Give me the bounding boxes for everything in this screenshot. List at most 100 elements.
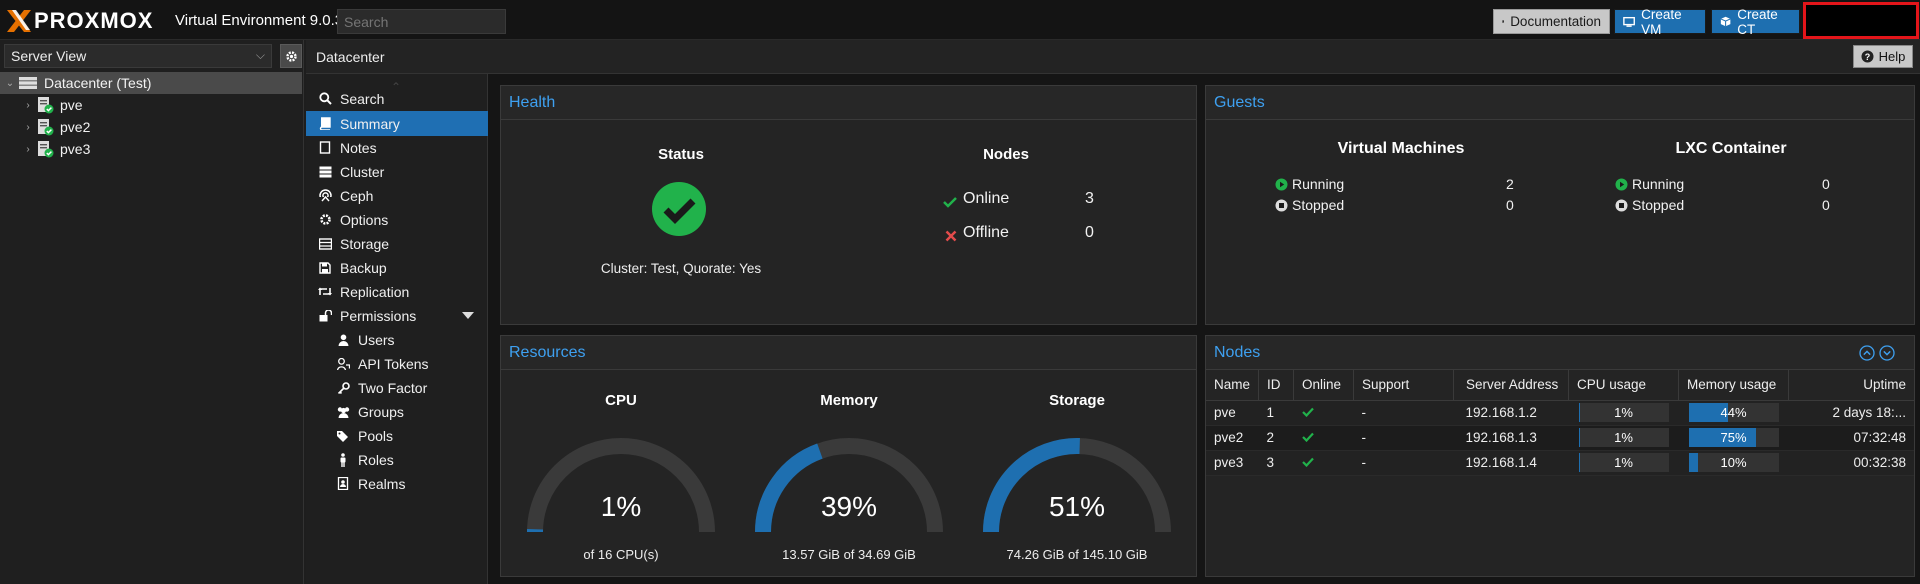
cell-name: pve <box>1206 400 1259 426</box>
col-header-server-address[interactable]: Server Address <box>1453 370 1570 401</box>
expand-icon[interactable]: › <box>22 144 34 155</box>
memory-sub: 13.57 GiB of 34.69 GiB <box>782 547 916 562</box>
vm-running-count: 2 <box>1506 176 1514 192</box>
lxc-running-count: 0 <box>1822 176 1830 192</box>
nav-item-label: Storage <box>340 235 390 252</box>
expand-icon[interactable]: › <box>22 100 34 111</box>
nav-item-replication[interactable]: Replication <box>306 279 488 304</box>
storage-icon <box>318 237 332 250</box>
nav-item-users[interactable]: Users <box>306 327 488 352</box>
tree-item-pve2[interactable]: › pve2 <box>0 116 304 138</box>
check-icon <box>1301 457 1314 468</box>
nav-item-ceph[interactable]: Ceph <box>306 183 488 208</box>
col-header-support[interactable]: Support <box>1353 370 1455 401</box>
nav-item-cluster[interactable]: Cluster <box>306 159 488 184</box>
nav-item-label: Notes <box>340 139 377 156</box>
tree-item-pve3[interactable]: › pve3 <box>0 138 304 160</box>
create-ct-button[interactable]: Create CT <box>1711 7 1800 37</box>
cluster-status-text: Cluster: Test, Quorate: Yes <box>600 261 762 276</box>
logo-text: PROXMOX <box>34 8 154 33</box>
nav-item-summary[interactable]: Summary <box>306 111 488 136</box>
server-view-select[interactable]: Server View ⌵ <box>4 44 272 68</box>
nav-item-notes[interactable]: Notes <box>306 135 488 160</box>
check-icon <box>1301 407 1314 418</box>
offline-label: Offline <box>963 224 1009 241</box>
health-title: Health <box>501 86 1196 120</box>
expand-down-icon[interactable] <box>1879 345 1895 361</box>
notes-icon <box>319 141 331 154</box>
search-icon <box>318 92 332 105</box>
cell-id: 1 <box>1258 400 1294 426</box>
col-header-id[interactable]: ID <box>1258 370 1295 401</box>
nav-item-label: Options <box>340 211 389 228</box>
proxmox-logo[interactable]: PROXMOX <box>6 8 154 33</box>
cpu-usage-bar: 1% <box>1578 428 1669 447</box>
nav-item-groups[interactable]: Groups <box>306 399 488 424</box>
create-vm-button[interactable]: Create VM <box>1614 7 1706 37</box>
nav-item-search[interactable]: Search <box>306 86 488 111</box>
nav-item-realms[interactable]: Realms <box>306 471 488 496</box>
nav-item-label: Two Factor <box>358 379 428 396</box>
nav-item-api-tokens[interactable]: API Tokens <box>306 351 488 376</box>
col-header-cpu-usage[interactable]: CPU usage <box>1568 370 1680 401</box>
help-button[interactable]: ? Help <box>1853 45 1913 68</box>
question-circle-icon: ? <box>1861 50 1874 63</box>
datacenter-icon <box>19 77 37 89</box>
health-panel: Health Status Cluster: Test, Quorate: Ye… <box>500 85 1197 325</box>
lxc-stopped-count: 0 <box>1822 197 1830 213</box>
cell-id: 2 <box>1258 425 1294 451</box>
table-row[interactable]: pve3 3 - 192.168.1.4 1% 10% 00:32:38 <box>1206 450 1914 476</box>
storage-title: Storage <box>1049 392 1105 409</box>
floppy-icon <box>319 261 331 274</box>
nav-item-storage[interactable]: Storage <box>306 231 488 256</box>
expand-icon[interactable]: › <box>22 122 34 133</box>
tree-item-datacenter[interactable]: ⌄ Datacenter (Test) <box>0 72 302 94</box>
users-icon <box>337 406 349 418</box>
nav-item-label: Groups <box>358 403 404 420</box>
memory-gauge <box>755 438 943 533</box>
search-input[interactable] <box>337 9 506 34</box>
col-header-memory-usage[interactable]: Memory usage <box>1678 370 1790 401</box>
datacenter-nav-menu: ⌃ Search Summary Notes Cluster Ceph Opti… <box>306 74 488 584</box>
memory-usage-bar: 75% <box>1688 428 1779 447</box>
col-header-online[interactable]: Online <box>1293 370 1355 401</box>
collapse-up-icon[interactable] <box>1859 345 1875 361</box>
table-row[interactable]: pve 1 - 192.168.1.2 1% 44% 2 days 18:... <box>1206 400 1914 426</box>
book-icon <box>1502 20 1505 23</box>
nav-item-roles[interactable]: Roles <box>306 447 488 472</box>
cpu-sub: of 16 CPU(s) <box>583 547 659 562</box>
resources-title: Resources <box>501 336 1196 370</box>
guests-title: Guests <box>1206 86 1914 120</box>
breadcrumb: Datacenter <box>316 49 385 65</box>
cell-cpu: 1% <box>1568 450 1679 476</box>
expand-caret-icon[interactable] <box>462 312 474 319</box>
memory-title: Memory <box>820 392 878 409</box>
tree-item-pve[interactable]: › pve <box>0 94 304 116</box>
cpu-gauge <box>527 438 715 533</box>
nav-item-two-factor[interactable]: Two Factor <box>306 375 488 400</box>
col-header-uptime[interactable]: Uptime <box>1788 370 1914 401</box>
resources-panel: Resources CPU 1% of 16 CPU(s) Memory 39%… <box>500 335 1197 577</box>
offline-count: 0 <box>1085 224 1094 241</box>
node-online-icon <box>38 97 54 114</box>
nav-item-backup[interactable]: Backup <box>306 255 488 280</box>
cell-support: - <box>1353 400 1454 426</box>
nav-item-options[interactable]: Options <box>306 207 488 232</box>
nav-item-permissions[interactable]: Permissions <box>306 303 488 328</box>
nav-item-pools[interactable]: Pools <box>306 423 488 448</box>
online-label: Online <box>963 190 1010 207</box>
user-icon <box>338 334 348 346</box>
tags-icon <box>337 430 348 442</box>
cpu-usage-bar: 1% <box>1578 403 1669 422</box>
user-tag-icon <box>336 357 350 370</box>
user-menu-button[interactable] <box>1803 2 1919 39</box>
collapse-icon[interactable]: ⌄ <box>4 78 16 89</box>
table-row[interactable]: pve2 2 - 192.168.1.3 1% 75% 07:32:48 <box>1206 425 1914 451</box>
server-icon <box>319 166 331 177</box>
retweet-icon <box>318 287 332 296</box>
male-icon <box>340 452 346 467</box>
documentation-button[interactable]: Documentation <box>1493 9 1610 34</box>
tree-settings-button[interactable] <box>280 44 302 68</box>
col-header-name[interactable]: Name <box>1206 370 1260 401</box>
node-online-icon <box>38 141 54 158</box>
